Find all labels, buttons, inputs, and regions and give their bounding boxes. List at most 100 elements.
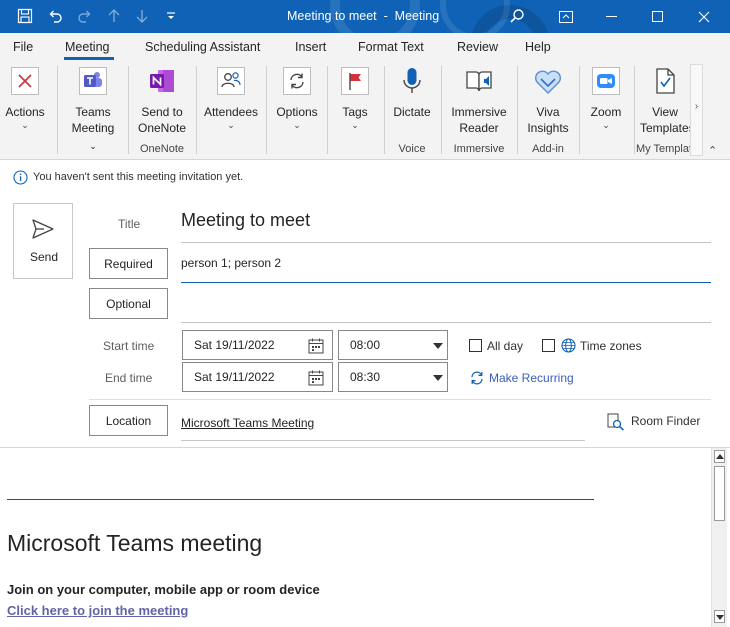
required-button[interactable]: Required	[89, 248, 168, 279]
start-time-label: Start time	[103, 339, 155, 353]
viva-insights-button[interactable]: Viva Insights	[521, 66, 575, 136]
options-button[interactable]: Options ⌄	[272, 66, 322, 130]
ribbon-separator	[384, 66, 385, 154]
menu-meeting[interactable]: Meeting	[65, 40, 109, 54]
teams-meeting-heading: Microsoft Teams meeting	[7, 530, 263, 556]
attendees-icon	[215, 66, 247, 96]
all-day-label: All day	[487, 339, 524, 353]
zoom-button[interactable]: Zoom ⌄	[584, 66, 628, 130]
teams-meeting-button[interactable]: Teams Meeting ⌄	[67, 66, 119, 154]
templates-group-label: My Templates	[636, 143, 691, 155]
optional-underline	[181, 322, 711, 323]
menu-format-text[interactable]: Format Text	[358, 40, 424, 54]
menu-review[interactable]: Review	[457, 40, 498, 54]
down-arrow-icon[interactable]	[131, 6, 153, 26]
close-button[interactable]	[681, 0, 727, 33]
start-date-picker[interactable]: Sat 19/11/2022	[182, 330, 333, 360]
title-label: Title	[118, 217, 141, 231]
end-time-label: End time	[105, 371, 153, 385]
up-arrow-icon[interactable]	[103, 6, 125, 26]
menu-file[interactable]: File	[13, 40, 33, 54]
teams-label-2: Meeting	[71, 121, 115, 135]
save-icon[interactable]	[14, 6, 36, 26]
search-icon[interactable]	[506, 6, 528, 26]
attendees-label: Attendees	[203, 105, 259, 119]
send-to-onenote-button[interactable]: Send to OneNote	[132, 66, 192, 136]
title-underline	[181, 242, 711, 243]
immersive-reader-button[interactable]: Immersive Reader	[447, 66, 511, 136]
time-zones-label[interactable]: Time zones	[580, 339, 642, 353]
start-time-dropdown[interactable]: 08:00	[338, 330, 448, 360]
location-input[interactable]: Microsoft Teams Meeting	[181, 416, 314, 430]
menu-insert[interactable]: Insert	[295, 40, 326, 54]
window-title: Meeting to meet - Meeting	[287, 9, 440, 23]
ribbon-separator	[128, 66, 129, 154]
flag-icon	[339, 66, 371, 96]
ribbon-separator	[634, 66, 635, 154]
minimize-button[interactable]	[589, 0, 635, 33]
recurrence-icon	[471, 371, 483, 385]
attendees-button[interactable]: Attendees ⌄	[202, 66, 260, 130]
calendar-icon[interactable]	[308, 370, 324, 386]
view-label-1: View	[652, 105, 678, 119]
undo-icon[interactable]	[44, 6, 66, 26]
location-button[interactable]: Location	[89, 405, 168, 436]
body-scrollbar[interactable]	[711, 448, 727, 627]
ribbon-display-icon[interactable]	[543, 0, 589, 33]
end-time-value: 08:30	[350, 370, 381, 384]
zoom-label: Zoom	[590, 105, 622, 119]
title-input[interactable]: Meeting to meet	[181, 210, 310, 231]
actions-label: Actions	[5, 105, 45, 119]
room-finder-link[interactable]: Room Finder	[631, 414, 700, 428]
make-recurring-link[interactable]: Make Recurring	[489, 371, 574, 385]
all-day-checkbox[interactable]	[469, 339, 482, 352]
maximize-button[interactable]	[635, 0, 681, 33]
ribbon-separator	[441, 66, 442, 154]
immersive-label-1: Immersive	[451, 105, 507, 119]
actions-button[interactable]: Actions ⌄	[4, 66, 46, 130]
ribbon-separator	[266, 66, 267, 154]
chevron-down-icon: ⌄	[293, 120, 301, 130]
globe-icon	[561, 338, 576, 353]
scroll-down-button[interactable]	[714, 610, 725, 623]
dictate-button[interactable]: Dictate	[389, 66, 435, 120]
info-message: You haven't sent this meeting invitation…	[33, 171, 244, 183]
onenote-label-1: Send to	[141, 105, 183, 119]
immersive-label-2: Reader	[459, 121, 499, 135]
time-zones-checkbox[interactable]	[542, 339, 555, 352]
join-meeting-link[interactable]: Click here to join the meeting	[7, 603, 188, 618]
optional-button[interactable]: Optional	[89, 288, 168, 319]
onenote-label-2: OneNote	[137, 121, 187, 135]
menu-scheduling-assistant[interactable]: Scheduling Assistant	[145, 40, 260, 54]
info-bar: You haven't sent this meeting invitation…	[0, 160, 730, 195]
scroll-thumb[interactable]	[714, 466, 725, 521]
end-date-picker[interactable]: Sat 19/11/2022	[182, 362, 333, 392]
ribbon-separator	[517, 66, 518, 154]
required-label: Required	[104, 256, 153, 271]
start-time-value: 08:00	[350, 338, 381, 352]
ribbon-scroll-right[interactable]: ›	[690, 64, 703, 156]
end-time-dropdown[interactable]: 08:30	[338, 362, 448, 392]
calendar-icon[interactable]	[308, 338, 324, 354]
view-templates-button[interactable]: View Templates	[640, 66, 690, 136]
collapse-ribbon-icon[interactable]: ⌃	[708, 144, 717, 157]
immersive-reader-icon	[463, 66, 495, 96]
customize-toolbar-icon[interactable]	[160, 6, 182, 26]
scroll-up-button[interactable]	[714, 450, 725, 463]
menu-help[interactable]: Help	[525, 40, 551, 54]
microphone-icon	[396, 66, 428, 96]
chevron-down-icon: ⌄	[351, 120, 359, 130]
templates-icon	[649, 66, 681, 96]
required-input[interactable]: person 1; person 2	[181, 256, 281, 270]
info-icon	[13, 170, 28, 185]
message-body[interactable]: Microsoft Teams meeting Join on your com…	[0, 447, 730, 627]
ribbon-separator	[57, 66, 58, 154]
redo-icon[interactable]	[74, 6, 96, 26]
tags-label: Tags	[342, 105, 368, 119]
tags-button[interactable]: Tags ⌄	[333, 66, 377, 130]
viva-label-1: Viva	[536, 105, 560, 119]
send-button[interactable]: Send	[13, 203, 73, 279]
chevron-down-icon: ⌄	[89, 141, 97, 151]
viva-label-2: Insights	[527, 121, 569, 135]
send-icon	[32, 219, 54, 239]
